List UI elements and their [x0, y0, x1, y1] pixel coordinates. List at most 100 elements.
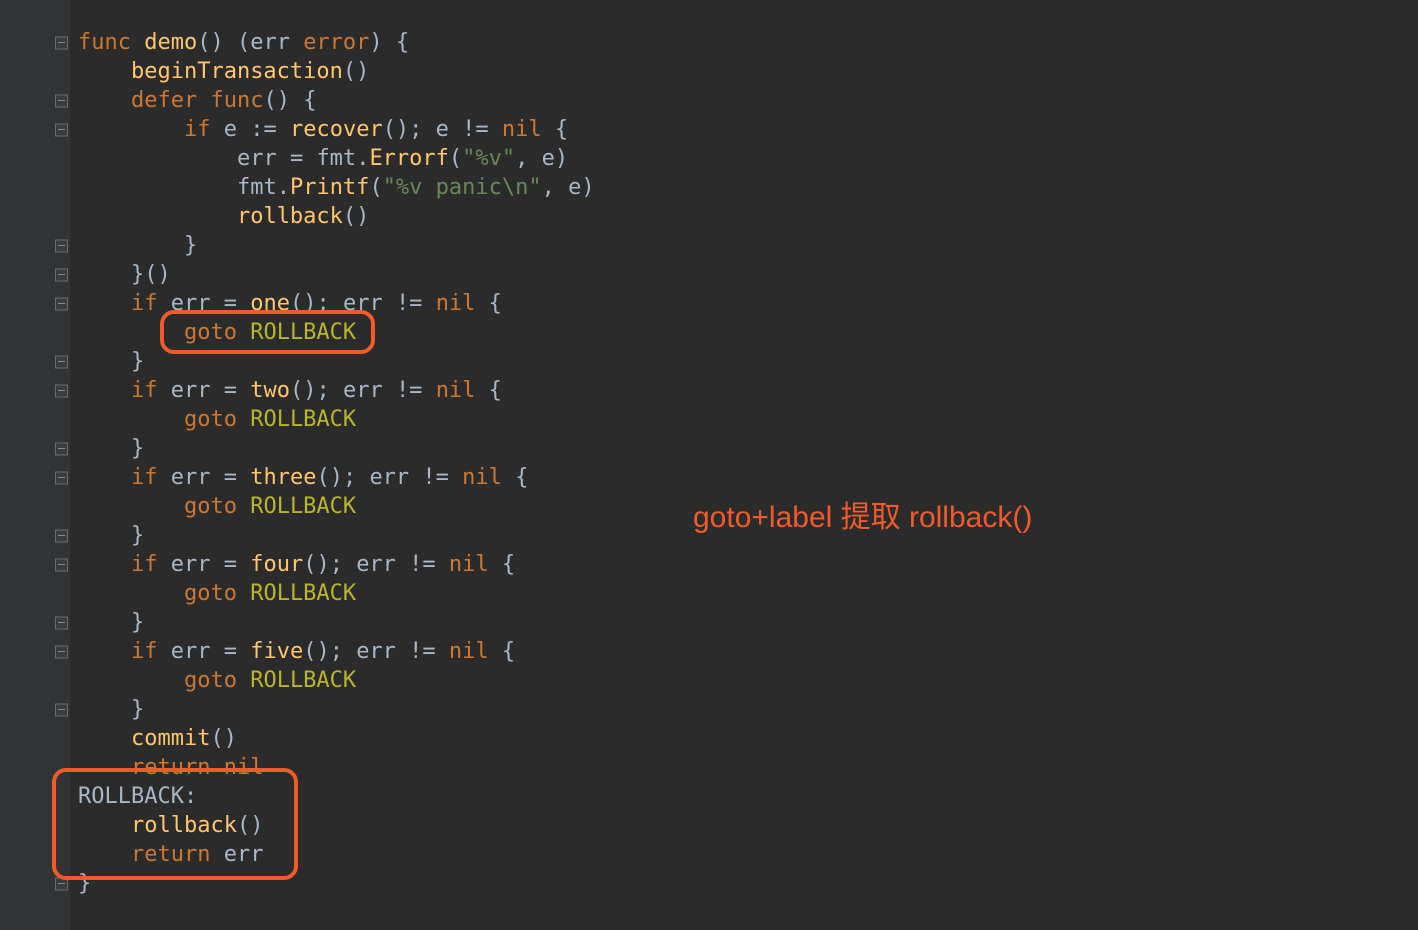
code-line[interactable]: goto ROLLBACK — [78, 405, 356, 434]
code-line[interactable]: ROLLBACK: — [78, 782, 197, 811]
gutter-line — [0, 202, 70, 231]
fold-open-icon[interactable] — [55, 36, 68, 49]
fold-close-icon[interactable] — [55, 268, 68, 281]
code-line[interactable]: err = fmt.Errorf("%v", e) — [78, 144, 568, 173]
code-token: five — [250, 639, 303, 664]
fold-close-icon[interactable] — [55, 529, 68, 542]
code-line[interactable]: } — [78, 347, 144, 376]
code-token: return — [131, 755, 224, 780]
code-token: } — [184, 233, 197, 258]
fold-open-icon[interactable] — [55, 94, 68, 107]
code-token: if — [131, 552, 171, 577]
code-token: goto — [184, 407, 250, 432]
gutter-line — [0, 144, 70, 173]
gutter-line — [0, 463, 70, 492]
fold-open-icon[interactable] — [55, 297, 68, 310]
gutter-line — [0, 231, 70, 260]
code-line[interactable]: if err = four(); err != nil { — [78, 550, 515, 579]
fold-close-icon[interactable] — [55, 703, 68, 716]
gutter-line — [0, 173, 70, 202]
code-line[interactable]: } — [78, 521, 144, 550]
code-token: { — [502, 465, 529, 490]
code-line[interactable]: if err = one(); err != nil { — [78, 289, 502, 318]
code-line[interactable]: return nil — [78, 753, 263, 782]
code-token: one — [250, 291, 290, 316]
code-token: nil — [436, 291, 476, 316]
code-token: nil — [449, 639, 489, 664]
fold-open-icon[interactable] — [55, 558, 68, 571]
code-line[interactable]: } — [78, 608, 144, 637]
code-token: != — [409, 639, 449, 664]
fold-close-icon[interactable] — [55, 239, 68, 252]
code-line[interactable]: rollback() — [78, 202, 369, 231]
code-token: e — [568, 175, 581, 200]
code-token: } — [131, 610, 144, 635]
code-token: goto — [184, 320, 250, 345]
code-token: "%v" — [462, 146, 515, 171]
code-token: != — [422, 465, 462, 490]
code-token: goto — [184, 668, 250, 693]
code-editor: func demo() (err error) { beginTransacti… — [0, 0, 1418, 930]
fold-close-icon[interactable] — [55, 616, 68, 629]
fold-open-icon[interactable] — [55, 384, 68, 397]
code-token: , — [542, 175, 569, 200]
code-token: recover — [290, 117, 383, 142]
annotation-text: goto+label 提取 rollback() — [693, 503, 1032, 532]
code-token: err — [356, 639, 409, 664]
code-token: err — [369, 465, 422, 490]
code-line[interactable]: func demo() (err error) { — [78, 28, 409, 57]
code-token: != — [396, 291, 436, 316]
code-line[interactable]: } — [78, 231, 197, 260]
code-token: if — [131, 465, 171, 490]
code-token: (); — [303, 552, 356, 577]
code-token: Printf — [290, 175, 369, 200]
code-line[interactable]: goto ROLLBACK — [78, 579, 356, 608]
fold-open-icon[interactable] — [55, 645, 68, 658]
code-token: () — [210, 726, 237, 751]
code-line[interactable]: } — [78, 695, 144, 724]
code-line[interactable]: goto ROLLBACK — [78, 492, 356, 521]
code-token: { — [475, 378, 502, 403]
code-line[interactable]: }() — [78, 260, 171, 289]
code-token: := — [250, 117, 290, 142]
gutter-line — [0, 347, 70, 376]
code-token: func — [210, 88, 263, 113]
fold-open-icon[interactable] — [55, 471, 68, 484]
code-line[interactable]: fmt.Printf("%v panic\n", e) — [78, 173, 595, 202]
code-token: () — [237, 813, 264, 838]
code-token: (); — [383, 117, 436, 142]
fold-close-icon[interactable] — [55, 355, 68, 368]
code-area[interactable]: func demo() (err error) { beginTransacti… — [70, 0, 1418, 930]
gutter-line — [0, 579, 70, 608]
code-line[interactable]: goto ROLLBACK — [78, 318, 356, 347]
code-token: err — [171, 291, 224, 316]
code-line[interactable]: beginTransaction() — [78, 57, 369, 86]
code-line[interactable]: if err = three(); err != nil { — [78, 463, 528, 492]
code-token: } — [78, 871, 91, 896]
code-line[interactable]: if err = two(); err != nil { — [78, 376, 502, 405]
code-token: fmt — [237, 175, 277, 200]
code-line[interactable]: if err = five(); err != nil { — [78, 637, 515, 666]
code-line[interactable]: } — [78, 434, 144, 463]
gutter-line — [0, 86, 70, 115]
code-token: = — [224, 291, 251, 316]
fold-close-icon[interactable] — [55, 877, 68, 890]
code-token: ROLLBACK — [250, 668, 356, 693]
code-line[interactable]: rollback() — [78, 811, 263, 840]
code-token: ) { — [369, 30, 409, 55]
code-token: e — [224, 117, 251, 142]
code-line[interactable]: if e := recover(); e != nil { — [78, 115, 568, 144]
code-line[interactable]: goto ROLLBACK — [78, 666, 356, 695]
code-line[interactable]: defer func() { — [78, 86, 316, 115]
code-line[interactable]: commit() — [78, 724, 237, 753]
fold-open-icon[interactable] — [55, 123, 68, 136]
code-token: () ( — [197, 30, 250, 55]
code-line[interactable]: return err — [78, 840, 263, 869]
code-token: } — [131, 436, 144, 461]
code-token: err — [171, 378, 224, 403]
code-token: = — [224, 465, 251, 490]
code-token: if — [184, 117, 224, 142]
code-line[interactable]: } — [78, 869, 91, 898]
code-token: three — [250, 465, 316, 490]
fold-close-icon[interactable] — [55, 442, 68, 455]
